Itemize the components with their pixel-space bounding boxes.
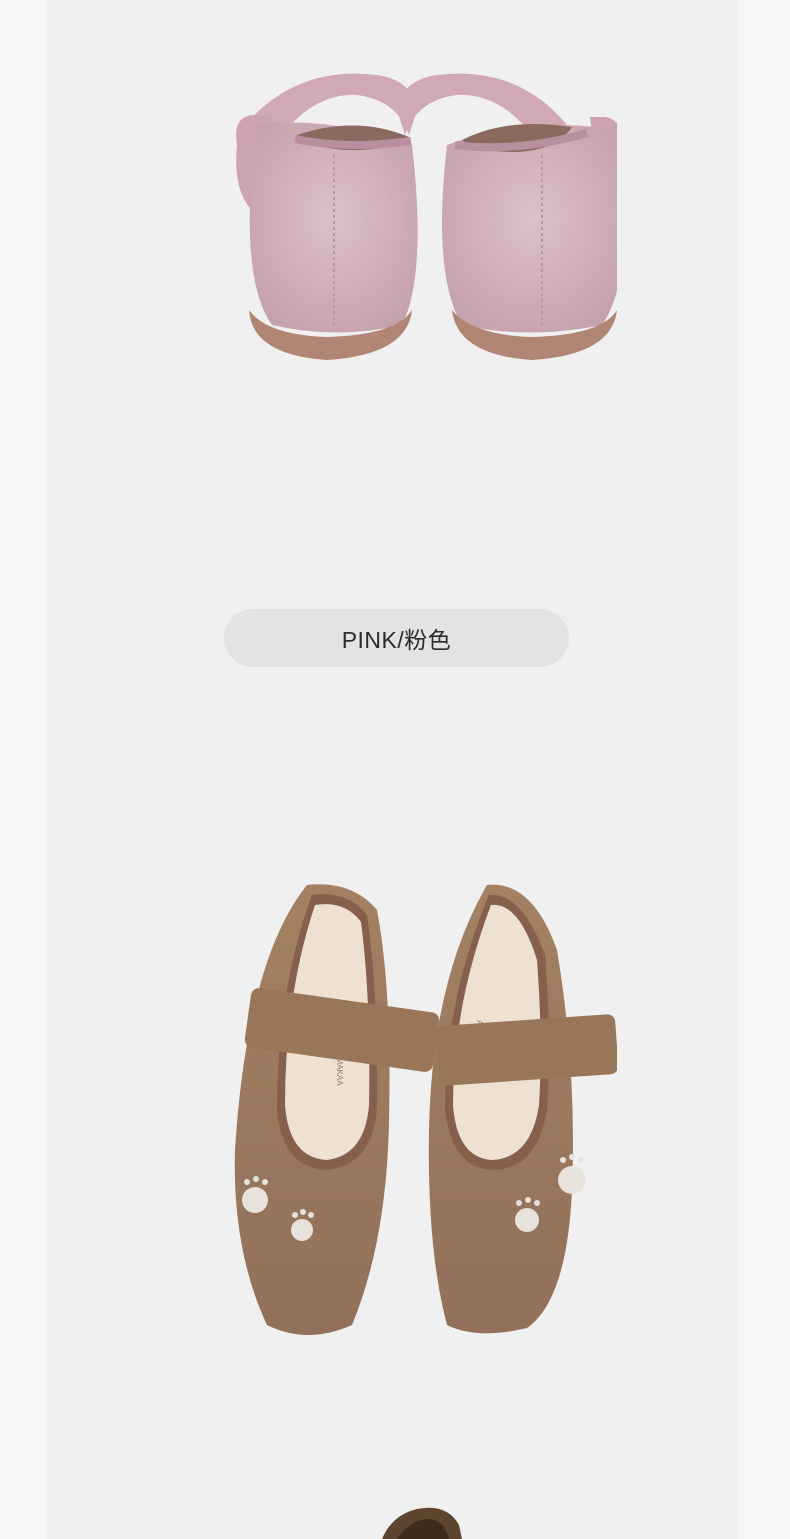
next-shoe-partial-photo xyxy=(377,1495,467,1539)
right-pink-shoe xyxy=(397,73,636,360)
product-detail-panel: PINK/粉色 AIMAKAA xyxy=(47,0,738,1539)
left-brown-shoe: AIMAKAA xyxy=(234,884,440,1335)
right-brown-shoe: AIMAKAA xyxy=(428,884,619,1334)
color-label: PINK/粉色 xyxy=(224,609,569,667)
left-pink-shoe xyxy=(236,73,418,360)
brown-shoes-top-photo: AIMAKAA AIMAKAA xyxy=(177,870,619,1350)
pink-shoes-back-photo xyxy=(177,55,636,385)
